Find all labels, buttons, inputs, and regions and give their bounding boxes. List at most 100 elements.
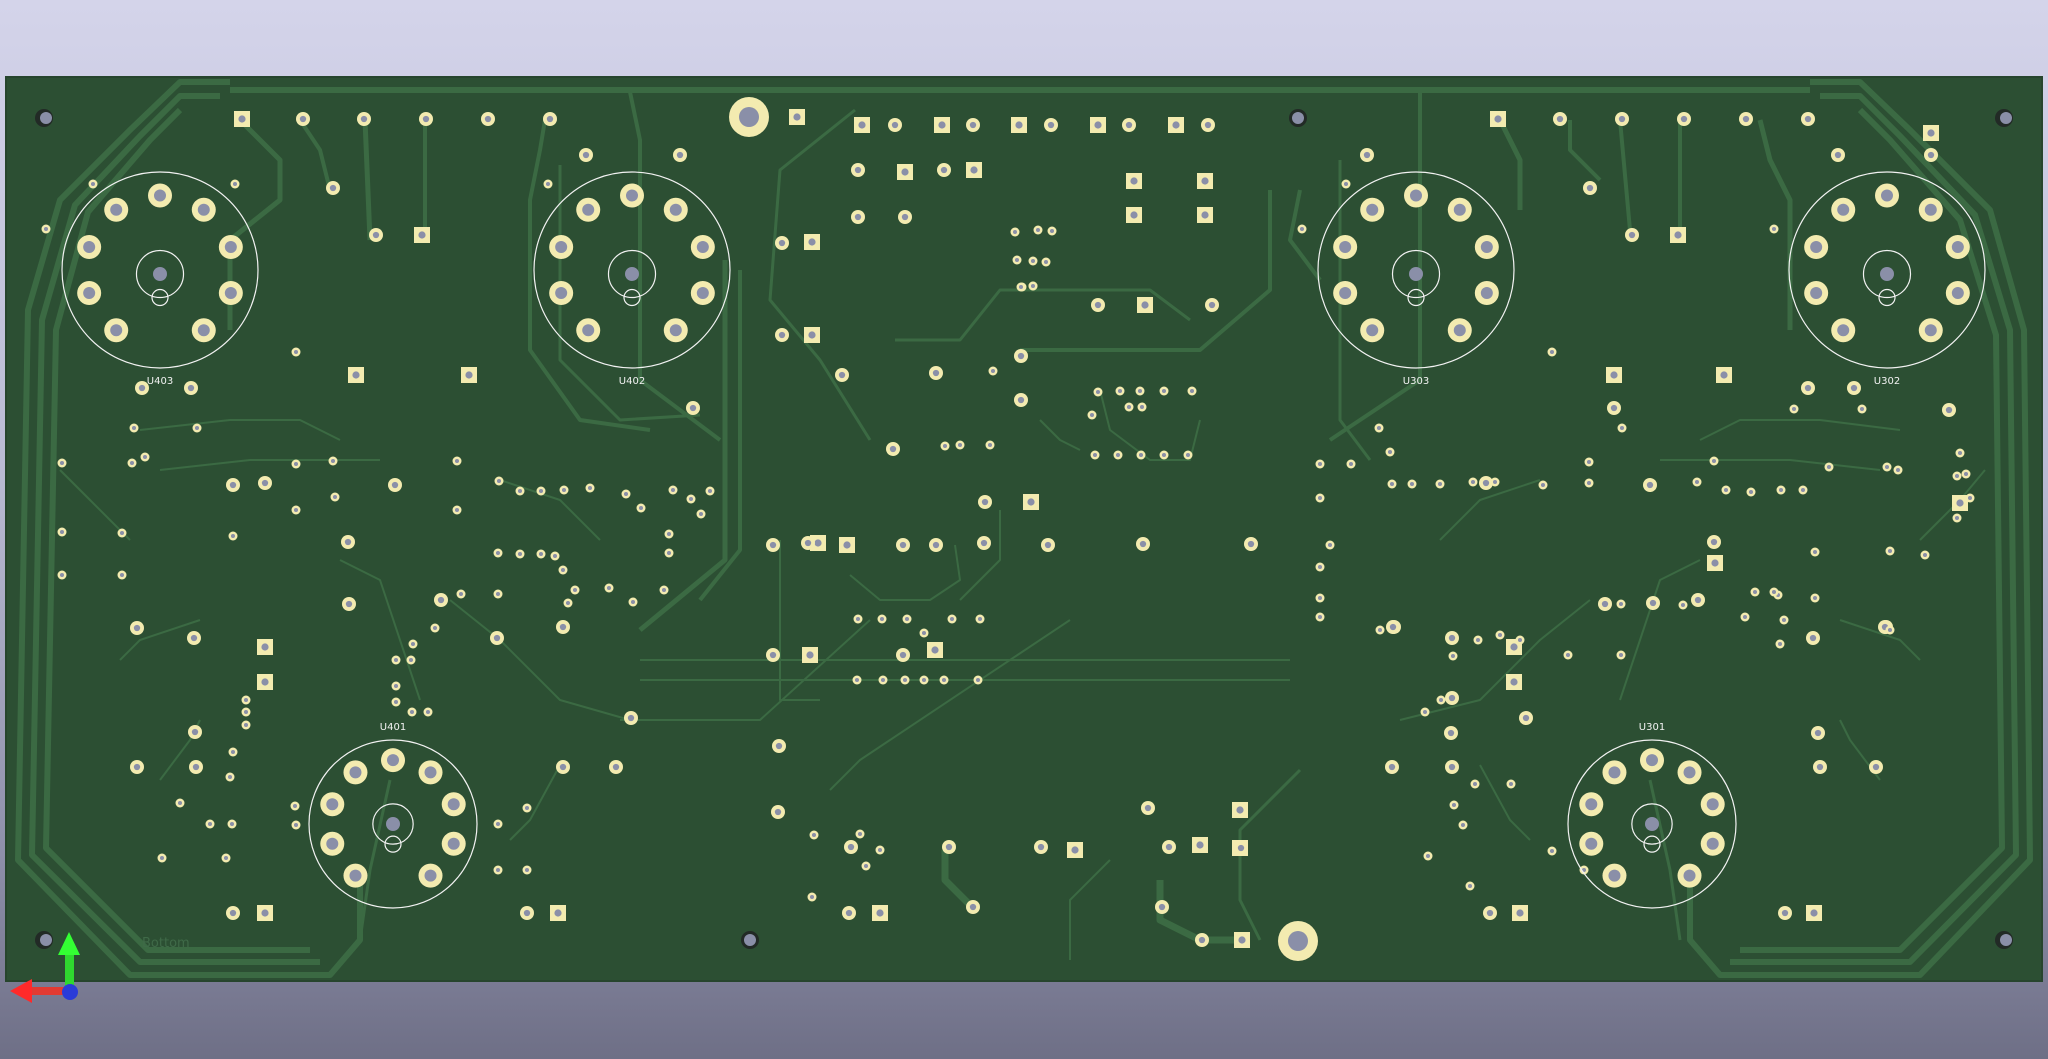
round-pad — [1136, 537, 1150, 551]
round-pad — [228, 747, 238, 757]
socket-pin-pad — [1447, 197, 1472, 222]
socket-pin-pad — [576, 318, 601, 343]
square-pad — [804, 234, 820, 250]
round-pad — [1315, 593, 1325, 603]
socket-pin-pad — [1404, 183, 1428, 208]
square-pad — [1011, 117, 1027, 133]
round-pad — [636, 503, 646, 513]
round-pad — [434, 593, 448, 607]
socket-pin-pad — [1875, 183, 1899, 208]
round-pad — [342, 597, 356, 611]
round-pad — [1113, 450, 1123, 460]
round-pad — [550, 551, 560, 561]
round-pad — [1141, 801, 1155, 815]
square-pad — [1090, 117, 1106, 133]
round-pad — [888, 118, 902, 132]
socket-pin-pad — [690, 281, 715, 306]
round-pad — [1506, 779, 1516, 789]
round-pad — [522, 865, 532, 875]
round-pad — [1584, 478, 1594, 488]
socket-pin-pad — [1579, 792, 1604, 817]
round-pad — [357, 112, 371, 126]
round-pad — [1776, 485, 1786, 495]
socket-pin-pad — [320, 831, 345, 856]
round-pad — [609, 760, 623, 774]
square-pad — [234, 111, 250, 127]
round-pad — [543, 112, 557, 126]
round-pad — [326, 181, 340, 195]
round-pad — [1360, 148, 1374, 162]
round-pad — [184, 381, 198, 395]
round-pad — [668, 485, 678, 495]
socket-pin-pad — [1360, 318, 1385, 343]
round-pad — [296, 112, 310, 126]
round-pad — [369, 228, 383, 242]
round-pad — [1769, 224, 1779, 234]
square-pad — [934, 117, 950, 133]
socket-pin-pad — [320, 792, 345, 817]
round-pad — [1014, 349, 1028, 363]
round-pad — [57, 570, 67, 580]
round-pad — [227, 819, 237, 829]
round-pad — [1135, 386, 1145, 396]
square-pad — [257, 639, 273, 655]
round-pad — [57, 458, 67, 468]
round-pad — [939, 675, 949, 685]
round-pad — [1033, 225, 1043, 235]
round-pad — [1677, 112, 1691, 126]
socket-pin-pad — [1602, 863, 1627, 888]
round-pad — [1750, 587, 1760, 597]
round-pad — [291, 820, 301, 830]
square-pad — [1067, 842, 1083, 858]
round-pad — [809, 830, 819, 840]
round-pad — [1093, 387, 1103, 397]
round-pad — [696, 509, 706, 519]
round-pad — [452, 456, 462, 466]
round-pad — [241, 720, 251, 730]
round-pad — [579, 148, 593, 162]
round-pad — [966, 118, 980, 132]
round-pad — [772, 739, 786, 753]
round-pad — [1955, 448, 1965, 458]
round-pad — [1087, 410, 1097, 420]
round-pad — [522, 803, 532, 813]
round-pad — [1885, 546, 1895, 556]
round-pad — [225, 772, 235, 782]
round-pad — [1448, 651, 1458, 661]
round-pad — [41, 224, 51, 234]
socket-pin-pad — [218, 281, 243, 306]
round-pad — [1470, 779, 1480, 789]
round-pad — [388, 478, 402, 492]
pcb-3d-viewport[interactable]: U403 U402 U303 U302 U401 U301 Bottom — [0, 0, 2048, 1059]
round-pad — [1136, 450, 1146, 460]
round-pad — [88, 179, 98, 189]
socket-pin-pad — [1360, 197, 1385, 222]
round-pad — [1942, 403, 1956, 417]
round-pad — [1519, 711, 1533, 725]
round-pad — [1952, 513, 1962, 523]
round-pad — [705, 486, 715, 496]
socket-pin-pad — [1945, 234, 1970, 259]
round-pad — [493, 548, 503, 558]
round-pad — [1115, 386, 1125, 396]
socket-pin-pad — [1831, 318, 1856, 343]
square-pad — [461, 367, 477, 383]
round-pad — [291, 459, 301, 469]
round-pad — [1014, 393, 1028, 407]
round-pad — [1515, 635, 1525, 645]
socket-pin-pad — [1677, 760, 1702, 785]
round-pad — [664, 548, 674, 558]
round-pad — [855, 829, 865, 839]
round-pad — [1183, 450, 1193, 460]
round-pad — [1473, 635, 1483, 645]
round-pad — [1740, 612, 1750, 622]
round-pad — [192, 423, 202, 433]
square-pad — [966, 162, 982, 178]
round-pad — [187, 631, 201, 645]
pcb-board[interactable]: U403 U402 U303 U302 U401 U301 Bottom — [5, 76, 2043, 982]
round-pad — [1465, 881, 1475, 891]
square-pad — [802, 647, 818, 663]
socket-pin-pad — [77, 281, 102, 306]
round-pad — [1646, 596, 1660, 610]
round-pad — [1965, 493, 1975, 503]
